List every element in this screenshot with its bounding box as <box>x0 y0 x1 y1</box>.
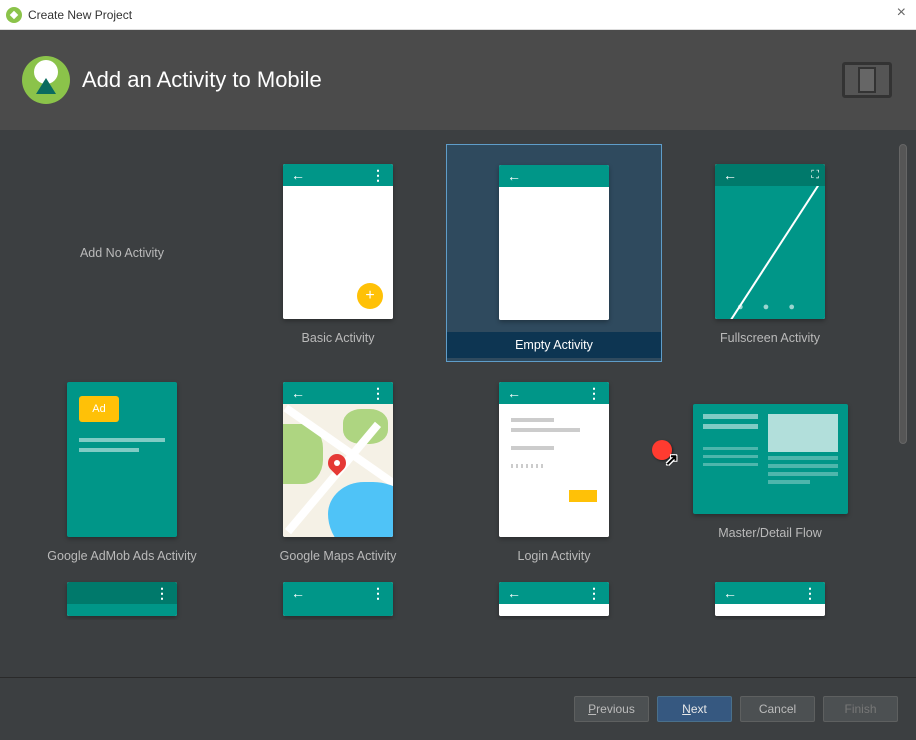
cancel-button[interactable]: Cancel <box>740 696 815 722</box>
phone-preview: ← <box>499 165 609 320</box>
overflow-menu-icon: ⋮ <box>587 385 601 402</box>
app-icon <box>6 7 22 23</box>
scrollbar-thumb[interactable] <box>899 144 907 444</box>
back-arrow-icon: ← <box>507 385 521 401</box>
previous-button[interactable]: Previous <box>574 696 649 722</box>
back-arrow-icon: ← <box>291 385 305 401</box>
activity-label: Google AdMob Ads Activity <box>47 549 196 563</box>
activity-option-basic[interactable]: ← ⋮ + Basic Activity <box>230 144 446 362</box>
phone-preview <box>693 404 848 514</box>
phone-preview: Ad <box>67 382 177 537</box>
window-titlebar: Create New Project × <box>0 0 916 30</box>
back-arrow-icon: ← <box>507 585 521 601</box>
finish-button: Finish <box>823 696 898 722</box>
activity-option-none[interactable]: Add No Activity <box>14 144 230 362</box>
activity-label: Basic Activity <box>302 331 375 345</box>
android-studio-logo <box>22 56 70 104</box>
overflow-menu-icon: ⋮ <box>803 585 817 602</box>
phone-preview: ← ⋮ + <box>283 164 393 319</box>
back-arrow-icon: ← <box>291 585 305 601</box>
activity-option-partial[interactable]: ←⋮ <box>662 580 878 620</box>
overflow-menu-icon: ⋮ <box>155 585 169 602</box>
cursor-arrow-icon <box>665 450 678 470</box>
phone-preview: ←⋮ <box>715 582 825 616</box>
wizard-footer: Previous Next Cancel Finish <box>0 677 916 740</box>
phone-preview: ←⋮ <box>499 582 609 616</box>
vertical-scrollbar[interactable] <box>898 144 908 634</box>
activity-label: Empty Activity <box>447 332 661 358</box>
overflow-menu-icon: ⋮ <box>371 167 385 184</box>
page-title: Add an Activity to Mobile <box>82 67 322 93</box>
phone-preview: ←⋮ <box>283 582 393 616</box>
activity-label: Google Maps Activity <box>280 549 397 563</box>
activity-label: Fullscreen Activity <box>720 331 820 345</box>
wizard-header: Add an Activity to Mobile <box>0 30 916 130</box>
phone-preview: ← ⛶ ● ● ● <box>715 164 825 319</box>
phone-preview: ←⋮ <box>283 382 393 537</box>
close-icon[interactable]: × <box>897 4 906 22</box>
activity-option-partial[interactable]: ←⋮ <box>446 580 662 620</box>
activity-option-empty[interactable]: ← Empty Activity <box>446 144 662 362</box>
next-button[interactable]: Next <box>657 696 732 722</box>
fullscreen-icon: ⛶ <box>811 168 817 182</box>
pager-dots-icon: ● ● ● <box>715 301 825 313</box>
back-arrow-icon: ← <box>723 167 737 183</box>
activity-option-login[interactable]: ←⋮ Login Activity <box>446 362 662 580</box>
phone-preview: ⋮ <box>67 582 177 616</box>
activity-option-maps[interactable]: ←⋮ Google Maps Activity <box>230 362 446 580</box>
back-arrow-icon: ← <box>507 168 521 184</box>
overflow-menu-icon: ⋮ <box>371 385 385 402</box>
activity-option-admob[interactable]: Ad Google AdMob Ads Activity <box>14 362 230 580</box>
activity-label: Master/Detail Flow <box>718 526 822 540</box>
back-arrow-icon: ← <box>723 585 737 601</box>
activity-label: Login Activity <box>518 549 591 563</box>
back-arrow-icon: ← <box>291 167 305 183</box>
activity-option-partial[interactable]: ←⋮ <box>230 580 446 620</box>
ad-badge: Ad <box>79 396 119 422</box>
overflow-menu-icon: ⋮ <box>587 585 601 602</box>
activity-label: Add No Activity <box>80 246 164 260</box>
phone-preview: ←⋮ <box>499 382 609 537</box>
activity-option-master-detail[interactable]: Master/Detail Flow <box>662 362 878 580</box>
device-icon <box>842 62 892 98</box>
gallery-scroll[interactable]: Add No Activity ←⋮ + Basic Activity ← Em… <box>14 144 894 634</box>
fab-icon: + <box>357 283 383 309</box>
window-title: Create New Project <box>28 8 132 22</box>
activity-gallery: Add No Activity ←⋮ + Basic Activity ← Em… <box>0 130 916 677</box>
activity-option-partial[interactable]: ⋮ <box>14 580 230 620</box>
overflow-menu-icon: ⋮ <box>371 585 385 602</box>
activity-option-fullscreen[interactable]: ← ⛶ ● ● ● Fullscreen Activity <box>662 144 878 362</box>
